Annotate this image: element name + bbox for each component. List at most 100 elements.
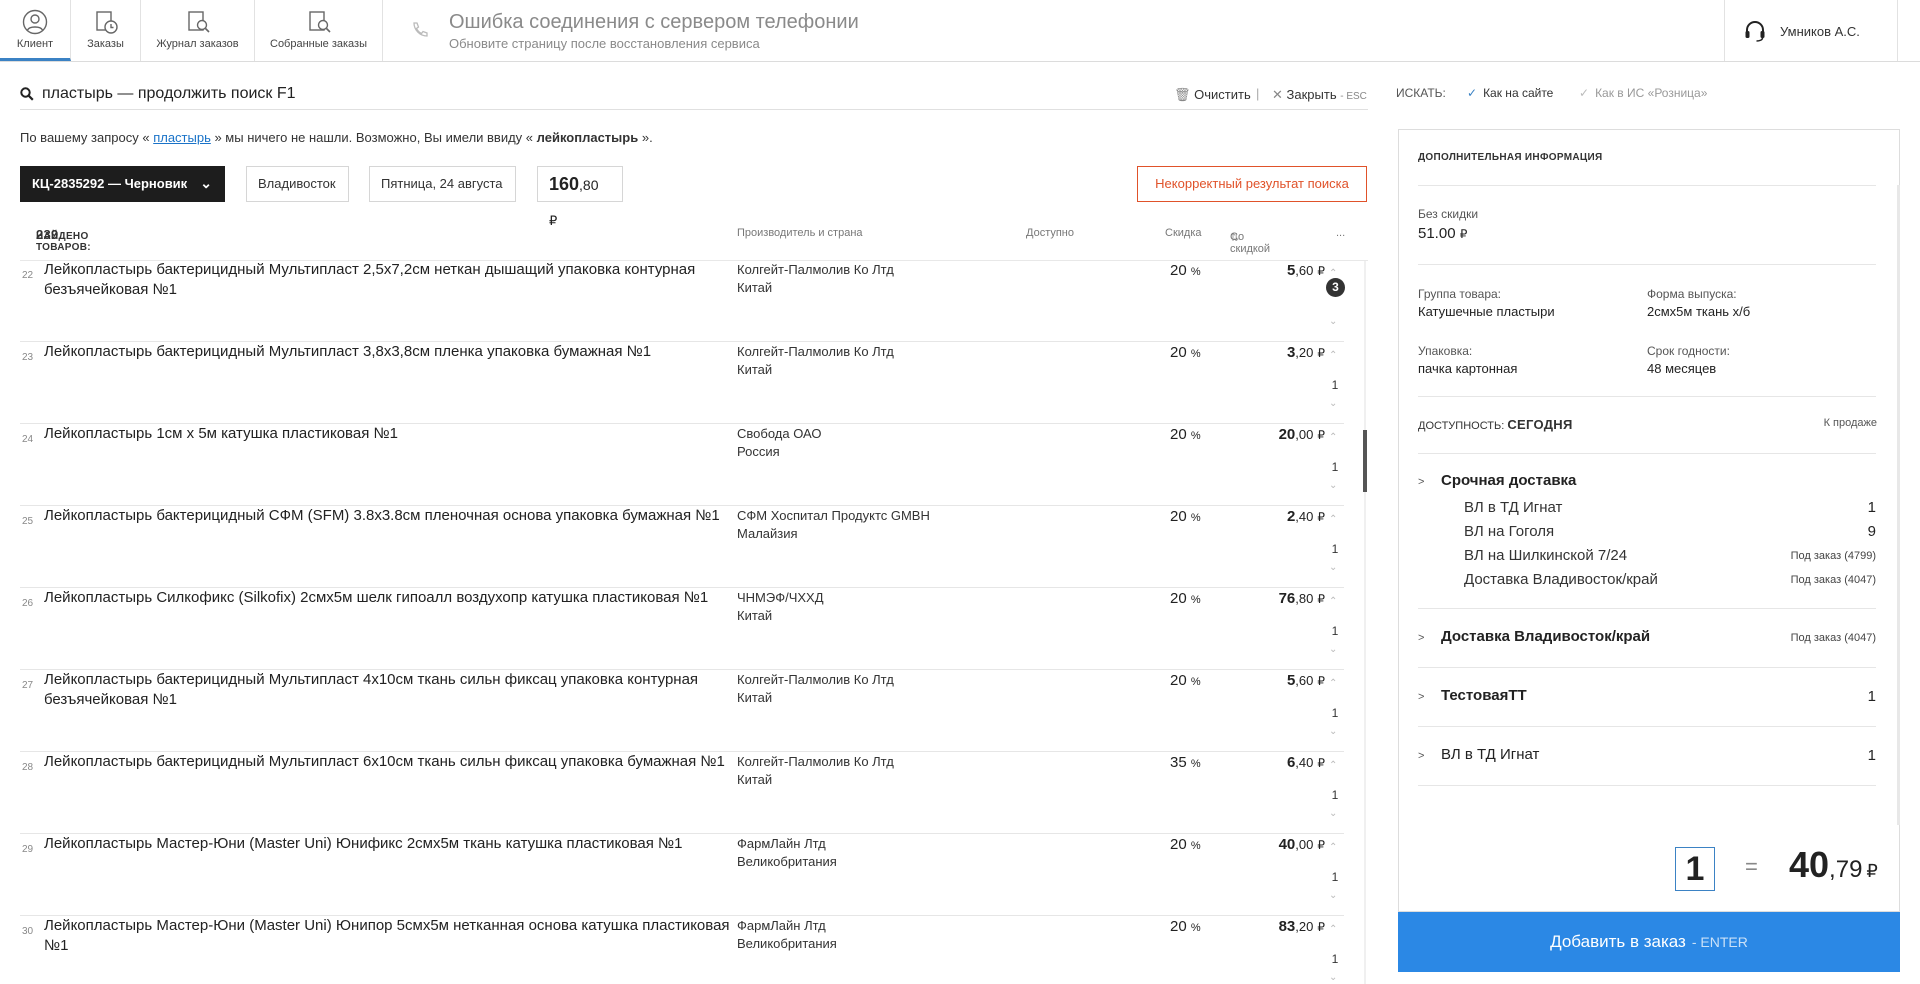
product-row[interactable]: 23 Лейкопластырь бактерицидный Мультиплас… xyxy=(20,342,1344,424)
search-mode-site-label: Как на сайте xyxy=(1483,86,1554,100)
increment-icon[interactable]: ⌃ xyxy=(1329,514,1337,525)
increment-icon[interactable]: ⌃ xyxy=(1329,842,1337,853)
quantity-stepper[interactable]: ⌃ 3 ⌄ xyxy=(1326,261,1345,340)
nav-client[interactable]: Клиент xyxy=(0,0,71,61)
stock-row: ВЛ в ТД Игнат 1 xyxy=(1464,499,1876,523)
increment-icon[interactable]: ⌃ xyxy=(1329,432,1337,443)
ruble-sign: ₽ xyxy=(1317,592,1325,606)
search-mode-site[interactable]: ✓ Как на сайте xyxy=(1467,86,1553,100)
panel-scrollbar[interactable] xyxy=(1897,185,1900,825)
increment-icon[interactable]: ⌃ xyxy=(1329,596,1337,607)
product-row[interactable]: 25 Лейкопластырь бактерицидный СФМ (SFM) … xyxy=(20,506,1344,588)
date-chip[interactable]: Пятница, 24 августа xyxy=(369,166,516,202)
product-title[interactable]: Лейкопластырь 1см х 5м катушка пластиков… xyxy=(44,424,734,444)
discounted-price: 3,20 ₽ xyxy=(1215,344,1325,361)
product-row[interactable]: 22 Лейкопластырь бактерицидный Мультиплас… xyxy=(20,261,1345,342)
quantity-stepper[interactable]: ⌃ 1 ⌄ xyxy=(1326,916,1344,984)
nav-orders[interactable]: Заказы xyxy=(71,0,141,61)
decrement-icon[interactable]: ⌄ xyxy=(1329,890,1337,901)
stock-row: ВЛ на Гоголя 9 xyxy=(1464,523,1876,547)
product-title[interactable]: Лейкопластырь бактерицидный Мультипласт … xyxy=(44,261,734,300)
decrement-icon[interactable]: ⌄ xyxy=(1329,316,1337,327)
nav-assembled-orders-label: Собранные заказы xyxy=(270,38,367,50)
product-title[interactable]: Лейкопластырь бактерицидный Мультипласт … xyxy=(44,670,734,710)
user-menu[interactable]: Умников А.С. xyxy=(1724,0,1898,61)
nav-orders-journal[interactable]: Журнал заказов xyxy=(141,0,255,61)
quantity-input[interactable]: 1 xyxy=(1675,847,1715,891)
row-number: 28 xyxy=(22,762,34,773)
quantity-value: 1 xyxy=(1331,624,1339,638)
product-title[interactable]: Лейкопластырь Мастер-Юни (Master Uni) Юн… xyxy=(44,916,734,956)
quantity-value: 1 xyxy=(1331,378,1339,392)
quantity-stepper[interactable]: ⌃ 1 ⌄ xyxy=(1326,424,1344,504)
increment-icon[interactable]: ⌃ xyxy=(1329,678,1337,689)
order-selector[interactable]: КЦ-2835292 — Черновик ⌄ xyxy=(20,166,225,202)
product-title[interactable]: Лейкопластырь Силкофикс (Silkofix) 2смх5… xyxy=(44,588,734,608)
increment-icon[interactable]: ⌃ xyxy=(1329,350,1337,361)
product-title[interactable]: Лейкопластырь бактерицидный Мультипласт … xyxy=(44,752,734,772)
col-more[interactable]: ... xyxy=(1336,227,1345,239)
equals-sign: = xyxy=(1745,854,1758,879)
search-mode-retail[interactable]: ✓ Как в ИС «Розница» xyxy=(1579,86,1707,100)
col-discount[interactable]: Скидка xyxy=(1165,227,1202,239)
search-input[interactable]: пластырь — продолжить поиск F1 xyxy=(42,85,296,103)
quantity-value: 1 xyxy=(1331,460,1339,474)
col-price-label: Со скидкой xyxy=(1230,231,1271,255)
quantity-stepper[interactable]: ⌃ 1 ⌄ xyxy=(1326,752,1344,832)
quantity-value: 1 xyxy=(1331,542,1339,556)
add-to-order-button[interactable]: Добавить в заказ - ENTER xyxy=(1398,912,1900,972)
product-row[interactable]: 29 Лейкопластырь Мастер-Юни (Master Uni) … xyxy=(20,834,1344,916)
list-scrollbar-thumb[interactable] xyxy=(1363,430,1367,492)
orders-clock-icon xyxy=(95,11,118,34)
product-row[interactable]: 30 Лейкопластырь Мастер-Юни (Master Uni) … xyxy=(20,916,1344,984)
list-scrollbar[interactable] xyxy=(1364,261,1366,984)
quantity-stepper[interactable]: ⌃ 1 ⌄ xyxy=(1326,834,1344,914)
discount-value: 20 xyxy=(1170,344,1187,361)
product-row[interactable]: 26 Лейкопластырь Силкофикс (Silkofix) 2см… xyxy=(20,588,1344,670)
decrement-icon[interactable]: ⌄ xyxy=(1329,726,1337,737)
product-title[interactable]: Лейкопластырь бактерицидный СФМ (SFM) 3.… xyxy=(44,506,734,526)
incorrect-result-button[interactable]: Некорректный результат поиска xyxy=(1137,166,1367,202)
discount-value: 20 xyxy=(1170,918,1187,935)
divider xyxy=(1418,667,1876,668)
decrement-icon[interactable]: ⌄ xyxy=(1329,644,1337,655)
product-title[interactable]: Лейкопластырь бактерицидный Мультипласт … xyxy=(44,342,734,362)
manufacturer-name: СФМ Хоспитал Продуктс GMBH xyxy=(737,508,930,523)
discount: 20 % xyxy=(1170,508,1201,525)
clear-search-button[interactable]: 🗑 Очистить xyxy=(1174,87,1251,103)
increment-icon[interactable]: ⌃ xyxy=(1329,760,1337,771)
row-number: 24 xyxy=(22,434,34,445)
manufacturer-country: Китай xyxy=(737,280,773,295)
stock-location: Доставка Владивосток/край xyxy=(1464,571,1658,588)
col-manufacturer[interactable]: Производитель и страна xyxy=(737,227,863,239)
suggested-term[interactable]: лейкопластырь xyxy=(537,130,639,145)
decrement-icon[interactable]: ⌄ xyxy=(1329,480,1337,491)
increment-icon[interactable]: ⌃ xyxy=(1329,924,1337,935)
quantity-stepper[interactable]: ⌃ 1 ⌄ xyxy=(1326,506,1344,586)
quantity-stepper[interactable]: ⌃ 1 ⌄ xyxy=(1326,342,1344,422)
product-row[interactable]: 28 Лейкопластырь бактерицидный Мультиплас… xyxy=(20,752,1344,834)
decrement-icon[interactable]: ⌄ xyxy=(1329,808,1337,819)
manufacturer-name: Колгейт-Палмолив Ко Лтд xyxy=(737,672,894,687)
product-title[interactable]: Лейкопластырь Мастер-Юни (Master Uni) Юн… xyxy=(44,834,734,854)
decrement-icon[interactable]: ⌄ xyxy=(1329,398,1337,409)
search-term-link[interactable]: пластырь xyxy=(153,130,211,145)
city-chip[interactable]: Владивосток xyxy=(246,166,349,202)
nav-assembled-orders[interactable]: Собранные заказы xyxy=(255,0,383,61)
quantity-stepper[interactable]: ⌃ 1 ⌄ xyxy=(1326,670,1344,750)
decrement-icon[interactable]: ⌄ xyxy=(1329,972,1337,983)
price-frac: ,40 xyxy=(1295,509,1314,524)
product-row[interactable]: 24 Лейкопластырь 1см х 5м катушка пластик… xyxy=(20,424,1344,506)
quantity-stepper[interactable]: ⌃ 1 ⌄ xyxy=(1326,588,1344,668)
divider xyxy=(1418,185,1876,186)
close-search-button[interactable]: ✕ Закрыть - ESC xyxy=(1272,87,1367,103)
decrement-icon[interactable]: ⌄ xyxy=(1329,562,1337,573)
availability: ДОСТУПНОСТЬ: СЕГОДНЯ xyxy=(1418,417,1573,432)
stock-value: Под заказ (4047) xyxy=(1790,574,1876,586)
col-available[interactable]: Доступно xyxy=(1026,227,1074,239)
nav-orders-label: Заказы xyxy=(87,38,124,50)
product-row[interactable]: 27 Лейкопластырь бактерицидный Мультиплас… xyxy=(20,670,1344,752)
price-int: 40 xyxy=(1278,836,1296,853)
section-name: ВЛ в ТД Игнат xyxy=(1441,746,1540,763)
discounted-price: 76,80 ₽ xyxy=(1215,590,1325,607)
